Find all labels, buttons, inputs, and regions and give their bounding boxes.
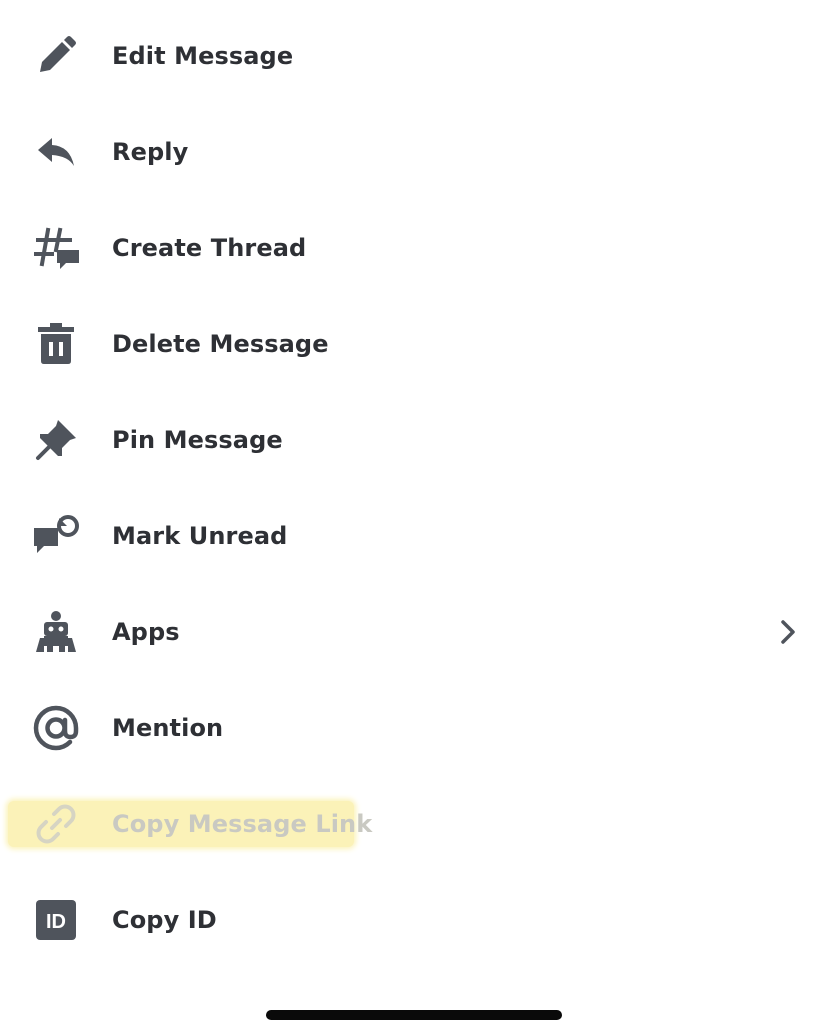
reply-arrow-icon: [32, 128, 80, 176]
robot-icon: [32, 608, 80, 656]
menu-item-label: Copy Message Link: [112, 810, 373, 838]
menu-item-label: Mention: [112, 714, 224, 742]
menu-item-create-thread[interactable]: Create Thread: [0, 200, 828, 296]
menu-item-label: Mark Unread: [112, 522, 288, 550]
menu-item-label: Delete Message: [112, 330, 329, 358]
trash-icon: [32, 320, 80, 368]
menu-item-reply[interactable]: Reply: [0, 104, 828, 200]
id-badge-text: ID: [46, 911, 66, 933]
mark-unread-icon: [32, 512, 80, 560]
chevron-right-icon: [781, 620, 795, 644]
menu-item-mention[interactable]: Mention: [0, 680, 828, 776]
at-sign-icon: [32, 704, 80, 752]
menu-item-label: Apps: [112, 618, 180, 646]
menu-item-label: Create Thread: [112, 234, 307, 262]
pencil-icon: [32, 32, 80, 80]
menu-item-apps[interactable]: Apps: [0, 584, 828, 680]
menu-item-copy-id[interactable]: ID Copy ID: [0, 872, 828, 968]
message-context-menu: Edit Message Reply Create Thread Delete …: [0, 8, 828, 968]
menu-item-pin-message[interactable]: Pin Message: [0, 392, 828, 488]
menu-item-mark-unread[interactable]: Mark Unread: [0, 488, 828, 584]
home-indicator[interactable]: [266, 1010, 562, 1020]
pin-icon: [32, 416, 80, 464]
menu-item-copy-message-link[interactable]: Copy Message Link: [0, 776, 828, 872]
thread-icon: [32, 224, 80, 272]
menu-item-delete-message[interactable]: Delete Message: [0, 296, 828, 392]
menu-item-label: Pin Message: [112, 426, 283, 454]
menu-item-label: Reply: [112, 138, 189, 166]
menu-item-label: Copy ID: [112, 906, 217, 934]
link-icon: [32, 800, 80, 848]
menu-item-edit-message[interactable]: Edit Message: [0, 8, 828, 104]
id-badge-icon: ID: [32, 896, 80, 944]
menu-item-label: Edit Message: [112, 42, 294, 70]
